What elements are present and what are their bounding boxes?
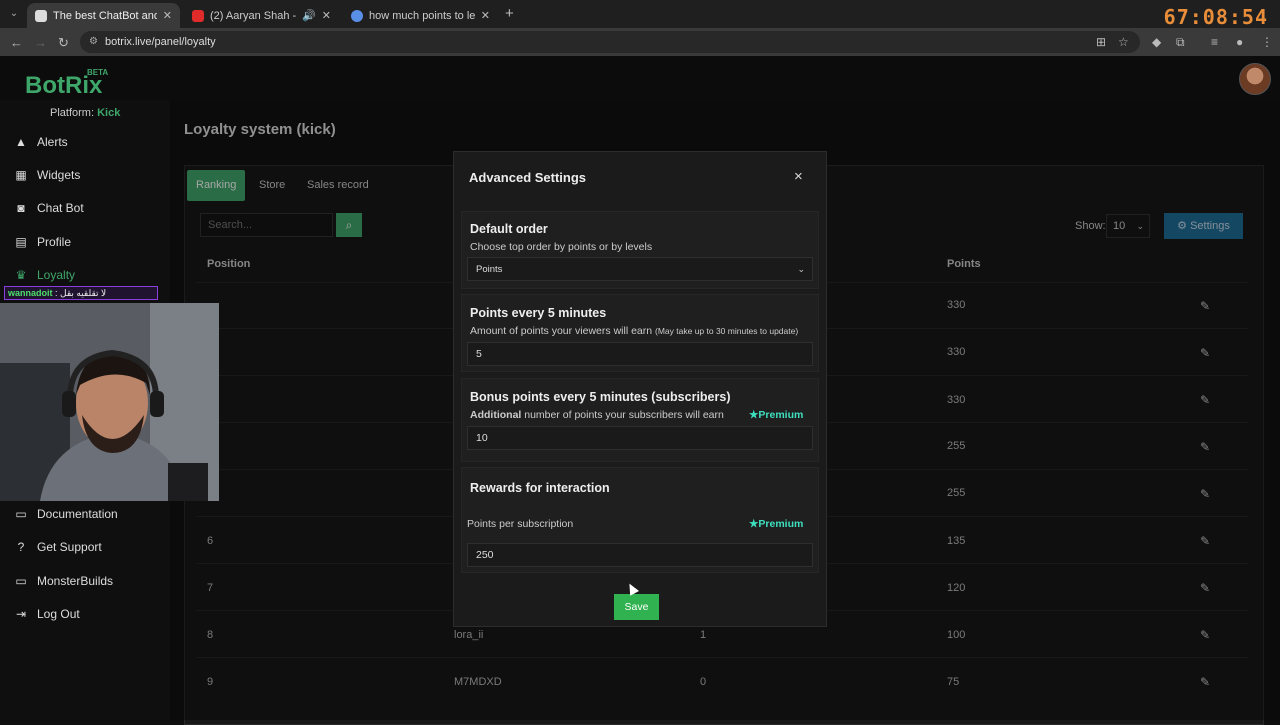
stream-timer: 67:08:54 — [1163, 5, 1268, 29]
sidebar-item-log-out[interactable]: ⇥ Log Out — [14, 607, 80, 621]
bonus-desc: Additional number of points your subscri… — [470, 409, 724, 421]
default-order-desc: Choose top order by points or by levels — [470, 241, 653, 253]
premium-badge: ★Premium — [749, 409, 804, 421]
puzzle-icon[interactable]: ⧉ — [1176, 35, 1185, 50]
sidebar-item-profile[interactable]: ▤ Profile — [14, 235, 71, 249]
update-note: (May take up to 30 minutes to update) — [655, 326, 799, 336]
tab-title: The best ChatBot and Widgets f — [53, 9, 157, 22]
tab-search-icon[interactable]: ⌄ — [6, 6, 22, 22]
media-icon[interactable]: ≡ — [1211, 35, 1218, 49]
address-bar-row: ← → ↻ ⚙ botrix.live/panel/loyalty ⊞ ☆ ◆ … — [0, 28, 1280, 56]
star-icon: ★ — [749, 409, 759, 421]
points-every-desc: Amount of points your viewers will earn … — [470, 325, 799, 337]
sidebar-item-monsterbuilds[interactable]: ▭ MonsterBuilds — [14, 574, 113, 588]
default-order-select[interactable]: Points ⌄ — [467, 257, 813, 281]
beta-badge: BETA — [87, 68, 109, 77]
premium-badge: ★Premium — [749, 518, 804, 530]
speaker-icon[interactable]: 🔊 — [302, 9, 316, 22]
question-icon: ? — [17, 540, 25, 554]
platform-value: Kick — [97, 107, 121, 119]
sidebar-item-documentation[interactable]: ▭ Documentation — [14, 507, 117, 521]
monitor-icon: ▭ — [15, 574, 27, 588]
translate-icon[interactable]: ⊞ — [1096, 35, 1106, 49]
close-tab-icon[interactable]: ✕ — [481, 9, 490, 22]
points-every-input[interactable]: 5 — [467, 342, 813, 366]
webcam-feed — [0, 303, 219, 501]
browser-tab-botrix[interactable]: The best ChatBot and Widgets f ✕ — [27, 3, 180, 28]
reload-icon[interactable]: ↻ — [58, 35, 69, 51]
chat-text: لا تقلقيه بقل — [60, 288, 107, 298]
modal-title: Advanced Settings — [469, 170, 587, 185]
close-icon[interactable]: × — [794, 168, 803, 185]
warning-icon: ▲ — [15, 135, 27, 149]
points-per-subscription-label: Points per subscription — [467, 518, 574, 530]
sidebar-item-loyalty[interactable]: ♛ Loyalty — [14, 268, 75, 282]
robot-icon: ◙ — [17, 201, 25, 215]
url-text: botrix.live/panel/loyalty — [105, 36, 216, 48]
bookmark-star-icon[interactable]: ☆ — [1118, 35, 1129, 49]
extension-icon[interactable]: ◆ — [1152, 35, 1161, 49]
botrix-favicon-icon — [35, 9, 47, 22]
sidebar-item-alerts[interactable]: ▲ Alerts — [14, 135, 68, 149]
close-tab-icon[interactable]: ✕ — [163, 9, 172, 22]
app-header — [0, 56, 1280, 100]
browser-tab-youtube[interactable]: (2) Aaryan Shah - Dissociati 🔊 ✕ — [184, 3, 339, 28]
points-per-subscription-input[interactable]: 250 — [467, 543, 813, 567]
bonus-input[interactable]: 10 — [467, 426, 813, 450]
default-order-title: Default order — [470, 222, 548, 236]
user-avatar[interactable] — [1239, 63, 1271, 95]
sidebar-item-chat-bot[interactable]: ◙ Chat Bot — [14, 201, 83, 215]
chevron-down-icon: ⌄ — [797, 264, 805, 274]
platform-indicator: Platform: Kick — [50, 107, 121, 119]
rewards-title: Rewards for interaction — [470, 481, 610, 495]
url-field[interactable]: ⚙ botrix.live/panel/loyalty — [80, 31, 1140, 53]
profile-icon[interactable]: ● — [1236, 35, 1243, 49]
site-info-icon[interactable]: ⚙ — [89, 31, 98, 53]
kebab-menu-icon[interactable]: ⋮ — [1261, 35, 1273, 49]
bonus-title: Bonus points every 5 minutes (subscriber… — [470, 390, 731, 404]
id-card-icon: ▤ — [15, 235, 27, 249]
save-button[interactable]: Save — [614, 594, 659, 620]
grid-icon: ▦ — [15, 168, 27, 182]
sidebar-item-get-support[interactable]: ? Get Support — [14, 540, 102, 554]
close-tab-icon[interactable]: ✕ — [322, 9, 331, 22]
new-tab-icon[interactable]: + — [505, 5, 514, 22]
trophy-icon: ♛ — [15, 268, 27, 282]
tab-title: how much points to level up in — [369, 9, 475, 22]
back-icon[interactable]: ← — [10, 35, 23, 50]
google-favicon-icon — [351, 9, 363, 22]
chat-user: wannadoit — [8, 288, 53, 298]
stream-chat-message: wannadoit : لا تقلقيه بقل — [4, 286, 158, 300]
logout-icon: ⇥ — [15, 607, 27, 621]
book-icon: ▭ — [15, 507, 27, 521]
webcam-overlay — [0, 303, 219, 501]
star-icon: ★ — [749, 518, 759, 530]
forward-icon[interactable]: → — [34, 35, 47, 50]
points-every-title: Points every 5 minutes — [470, 306, 607, 320]
tab-title: (2) Aaryan Shah - Dissociati — [210, 9, 297, 22]
browser-tab-google[interactable]: how much points to level up in ✕ — [343, 3, 498, 28]
sidebar-item-widgets[interactable]: ▦ Widgets — [14, 168, 80, 182]
browser-tab-strip: ⌄ The best ChatBot and Widgets f ✕ (2) A… — [0, 0, 1280, 29]
youtube-favicon-icon — [192, 9, 204, 22]
